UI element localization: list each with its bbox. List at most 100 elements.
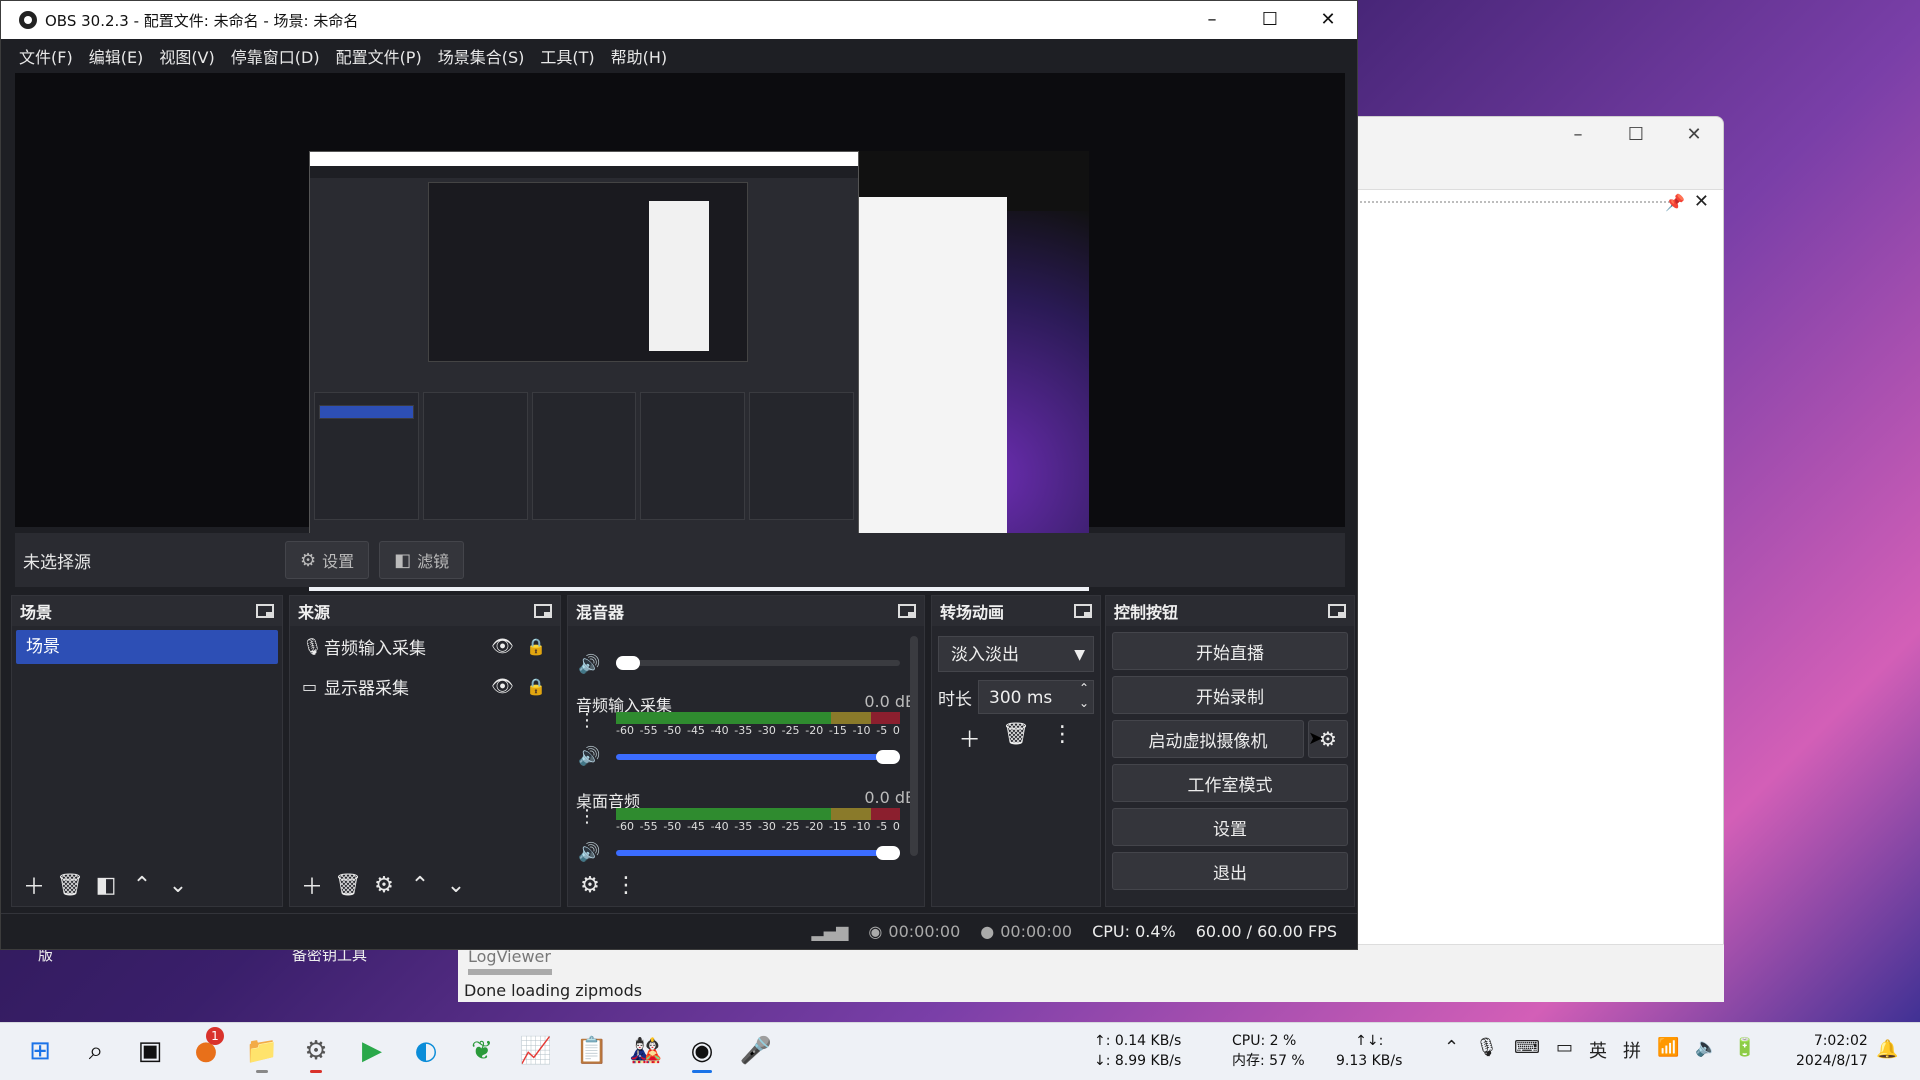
menu-help[interactable]: 帮助(H)	[603, 44, 676, 68]
volume-slider[interactable]	[616, 846, 900, 860]
move-scene-up-button[interactable]: ⌃	[126, 869, 158, 901]
wifi-icon[interactable]: 📶	[1657, 1037, 1679, 1063]
source-properties-button[interactable]: ⚙	[368, 869, 400, 901]
play-store-icon[interactable]: ▶	[356, 1035, 388, 1067]
search-icon[interactable]: ⌕	[80, 1035, 112, 1067]
remove-transition-button[interactable]: 🗑	[1002, 722, 1030, 754]
menu-scene-collection[interactable]: 场景集合(S)	[430, 44, 533, 68]
menu-view[interactable]: 视图(V)	[151, 44, 222, 68]
volume-icon[interactable]: 🔈	[1695, 1037, 1717, 1063]
scene-list-item[interactable]: 场景	[16, 630, 278, 664]
app-icon-leaf[interactable]: ❦	[466, 1035, 498, 1067]
menu-edit[interactable]: 编辑(E)	[81, 44, 152, 68]
source-item-display-capture[interactable]: ▭ 显示器采集 👁 🔒	[290, 666, 560, 706]
no-source-label: 未选择源	[23, 552, 91, 573]
preview-canvas[interactable]	[309, 151, 1089, 591]
mixer-scrollbar[interactable]	[910, 636, 918, 856]
record-time: 00:00:00	[1000, 922, 1073, 941]
add-source-button[interactable]: ＋	[296, 869, 328, 901]
task-view-icon[interactable]: ▣	[134, 1035, 166, 1067]
maximize-icon[interactable]: ☐	[1241, 1, 1299, 39]
bg-dock-grip[interactable]	[1313, 201, 1673, 209]
speaker-icon[interactable]: 🔊	[578, 842, 600, 863]
close-icon[interactable]: ✕	[1299, 1, 1357, 39]
scene-filters-button[interactable]: ◧	[90, 869, 122, 901]
volume-slider[interactable]	[616, 656, 900, 670]
source-filters-button[interactable]: ◧ 滤镜	[379, 541, 465, 579]
volume-slider[interactable]	[616, 750, 900, 764]
undock-icon[interactable]	[898, 604, 916, 618]
speaker-icon[interactable]: 🔊	[578, 746, 600, 767]
menu-tools[interactable]: 工具(T)	[532, 44, 602, 68]
clock[interactable]: 7:02:02 2024/8/17	[1796, 1031, 1868, 1071]
edge-icon[interactable]: ◐	[410, 1035, 442, 1067]
lock-icon[interactable]: 🔒	[526, 677, 546, 696]
speaker-icon[interactable]: 🔊	[578, 654, 600, 675]
file-explorer-icon[interactable]: 📁	[246, 1035, 278, 1073]
move-source-down-button[interactable]: ⌄	[440, 869, 472, 901]
advanced-audio-settings-button[interactable]: ⚙	[574, 869, 606, 901]
notification-bell-icon[interactable]: 🔔	[1876, 1039, 1898, 1060]
battery-icon[interactable]: 🔋	[1734, 1037, 1756, 1063]
microphone-icon: 🎙	[302, 636, 323, 656]
bg-maximize-icon[interactable]: ☐	[1607, 117, 1665, 153]
chevron-down-icon: ▼	[1074, 647, 1085, 663]
move-source-up-button[interactable]: ⌃	[404, 869, 436, 901]
game-app-icon[interactable]: 🎎	[630, 1035, 662, 1067]
spin-arrows-icon[interactable]: ⌃ ⌄	[1079, 681, 1089, 711]
microphone-app-icon[interactable]: 🎤	[740, 1035, 772, 1067]
exit-button[interactable]: 退出	[1112, 852, 1348, 890]
mixer-dock-header: 混音器	[568, 596, 924, 626]
notepad-icon[interactable]: 📋	[576, 1035, 608, 1067]
ime-mode[interactable]: 拼	[1623, 1037, 1641, 1063]
keyboard-icon[interactable]: ⌨	[1514, 1037, 1540, 1063]
bg-dock-close-icon[interactable]: ✕	[1694, 191, 1709, 212]
menu-profile[interactable]: 配置文件(P)	[328, 44, 430, 68]
delete-scene-button[interactable]: 🗑	[54, 869, 86, 901]
start-virtual-camera-button[interactable]: 启动虚拟摄像机	[1112, 720, 1304, 758]
more-vertical-icon[interactable]: ⋮	[578, 710, 596, 731]
undock-icon[interactable]	[256, 604, 274, 618]
bg-close-icon[interactable]: ✕	[1665, 117, 1723, 153]
move-scene-down-button[interactable]: ⌄	[162, 869, 194, 901]
add-scene-button[interactable]: ＋	[18, 869, 50, 901]
obs-taskbar-icon[interactable]: ◉	[686, 1035, 718, 1073]
ime-language[interactable]: 英	[1589, 1037, 1607, 1063]
mixer-menu-button[interactable]: ⋮	[610, 869, 642, 901]
studio-mode-button[interactable]: 工作室模式	[1112, 764, 1348, 802]
mouse-cursor-icon: ➤	[1308, 728, 1324, 749]
menu-docks[interactable]: 停靠窗口(D)	[223, 44, 328, 68]
preview-nested-screen	[428, 182, 748, 362]
settings-app-icon[interactable]: ⚙	[300, 1035, 332, 1073]
pin-icon[interactable]: 📌	[1665, 193, 1685, 212]
settings-button[interactable]: 设置	[1112, 808, 1348, 846]
undock-icon[interactable]	[534, 604, 552, 618]
more-vertical-icon[interactable]: ⋮	[578, 806, 596, 827]
window-controls: – ☐ ✕	[1183, 1, 1357, 39]
source-settings-button[interactable]: ⚙ 设置	[285, 541, 370, 579]
display-icon[interactable]: ▭	[1556, 1037, 1573, 1063]
minimize-icon[interactable]: –	[1183, 1, 1241, 39]
preview-area[interactable]	[15, 73, 1345, 591]
lock-icon[interactable]: 🔒	[526, 637, 546, 656]
title-bar[interactable]: OBS 30.2.3 - 配置文件: 未命名 - 场景: 未命名 – ☐ ✕	[1, 1, 1357, 39]
delete-source-button[interactable]: 🗑	[332, 869, 364, 901]
signal-bars-icon: ▂▄▆	[811, 922, 849, 941]
visibility-eye-icon[interactable]: 👁	[491, 636, 514, 657]
microphone-tray-icon[interactable]: 🎙	[1475, 1037, 1498, 1063]
transition-select[interactable]: 淡入淡出 ▼	[938, 636, 1094, 672]
start-stream-button[interactable]: 开始直播	[1112, 632, 1348, 670]
undock-icon[interactable]	[1074, 604, 1092, 618]
start-recording-button[interactable]: 开始录制	[1112, 676, 1348, 714]
chevron-up-icon[interactable]: ⌃	[1444, 1037, 1459, 1063]
start-icon[interactable]: ⊞	[24, 1035, 56, 1067]
add-transition-button[interactable]: ＋	[959, 722, 981, 754]
menu-file[interactable]: 文件(F)	[11, 44, 81, 68]
visibility-eye-icon[interactable]: 👁	[491, 676, 514, 697]
undock-icon[interactable]	[1328, 604, 1346, 618]
transition-menu-button[interactable]: ⋮	[1051, 722, 1073, 754]
monitor-app-icon[interactable]: 📈	[520, 1035, 552, 1067]
duration-spinbox[interactable]: 300 ms ⌃ ⌄	[978, 680, 1094, 714]
source-item-audio-input[interactable]: 🎙 音频输入采集 👁 🔒	[290, 626, 560, 666]
bg-minimize-icon[interactable]: –	[1549, 117, 1607, 153]
